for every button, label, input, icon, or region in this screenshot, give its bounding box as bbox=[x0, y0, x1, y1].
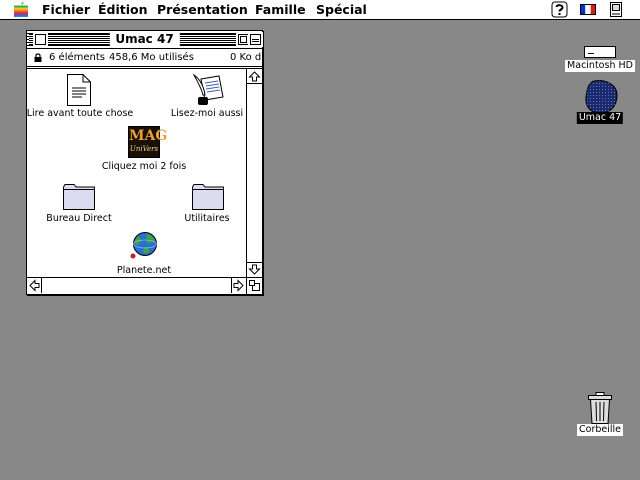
folder-utilitaires[interactable]: Utilitaires bbox=[172, 173, 242, 224]
close-box[interactable] bbox=[33, 32, 48, 47]
disk-used: 458,6 Mo utilisés bbox=[109, 52, 194, 63]
app-planete-net[interactable]: Planete.net bbox=[109, 225, 179, 276]
globe-icon bbox=[130, 232, 157, 259]
folder-label: Bureau Direct bbox=[46, 213, 112, 224]
desktop-macintosh-hd[interactable]: Macintosh HD bbox=[565, 44, 635, 74]
desktop-icon-label: Corbeille bbox=[577, 424, 623, 436]
desktop-icon-label: Macintosh HD bbox=[565, 60, 635, 72]
vertical-scrollbar[interactable] bbox=[246, 69, 262, 277]
menu-special[interactable]: Spécial bbox=[316, 2, 367, 17]
folder-bureau-direct[interactable]: Bureau Direct bbox=[41, 173, 117, 224]
desktop-icon-label: Umac 47 bbox=[576, 112, 624, 124]
disk-available: 0 Ko d bbox=[230, 52, 262, 63]
desktop-corbeille[interactable]: Corbeille bbox=[570, 390, 630, 438]
application-icon[interactable] bbox=[609, 2, 623, 17]
folder-icon bbox=[192, 184, 224, 210]
french-flag-icon[interactable] bbox=[580, 4, 596, 15]
file-label: Cliquez moi 2 fois bbox=[101, 161, 187, 172]
trash-icon bbox=[588, 392, 612, 424]
window-title: Umac 47 bbox=[109, 31, 180, 48]
finder-window[interactable]: Umac 47 6 éléments 458,6 Mo utilisés 0 K… bbox=[26, 30, 263, 295]
apple-icon[interactable] bbox=[14, 2, 28, 17]
scroll-left-arrow-icon[interactable] bbox=[27, 278, 42, 293]
collapse-box[interactable] bbox=[248, 32, 263, 47]
hard-drive-icon bbox=[584, 46, 616, 58]
window-titlebar[interactable]: Umac 47 bbox=[27, 31, 263, 49]
scroll-right-arrow-icon[interactable] bbox=[231, 278, 246, 293]
file-label: Lisez-moi aussi bbox=[170, 108, 244, 119]
file-lire-avant[interactable]: Lire avant toute chose bbox=[27, 69, 133, 119]
size-box[interactable] bbox=[246, 277, 262, 294]
horizontal-scrollbar[interactable] bbox=[27, 277, 246, 294]
menu-bar: Fichier Édition Présentation Famille Spé… bbox=[0, 0, 640, 20]
document-icon bbox=[67, 74, 91, 106]
menu-famille[interactable]: Famille bbox=[255, 2, 306, 17]
file-label: Lire avant toute chose bbox=[27, 108, 134, 119]
menu-fichier[interactable]: Fichier bbox=[42, 2, 90, 17]
zoom-box[interactable] bbox=[236, 32, 251, 47]
menu-presentation[interactable]: Présentation bbox=[157, 2, 248, 17]
resize-icon bbox=[249, 280, 260, 291]
file-label: Planete.net bbox=[116, 265, 172, 276]
lock-icon bbox=[34, 53, 42, 62]
scroll-up-arrow-icon[interactable] bbox=[247, 69, 262, 84]
disk-icon bbox=[585, 80, 618, 114]
mag-universe-icon: MAG UniVers bbox=[128, 126, 167, 158]
help-icon[interactable] bbox=[551, 1, 568, 18]
desktop-umac-47[interactable]: Umac 47 bbox=[570, 78, 630, 126]
item-count: 6 éléments bbox=[49, 52, 105, 63]
file-lisez-moi[interactable]: Lisez-moi aussi bbox=[167, 69, 246, 119]
menu-edition[interactable]: Édition bbox=[98, 2, 148, 17]
window-info-bar: 6 éléments 458,6 Mo utilisés 0 Ko d bbox=[27, 49, 262, 69]
folder-icon bbox=[63, 184, 95, 210]
scroll-down-arrow-icon[interactable] bbox=[247, 262, 262, 277]
folder-label: Utilitaires bbox=[184, 213, 230, 224]
app-cliquez-moi[interactable]: MAG UniVers Cliquez moi 2 fois bbox=[101, 121, 187, 173]
window-content: Lire avant toute chose Lisez-moi aussi M… bbox=[27, 69, 246, 277]
quill-document-icon bbox=[192, 73, 224, 105]
